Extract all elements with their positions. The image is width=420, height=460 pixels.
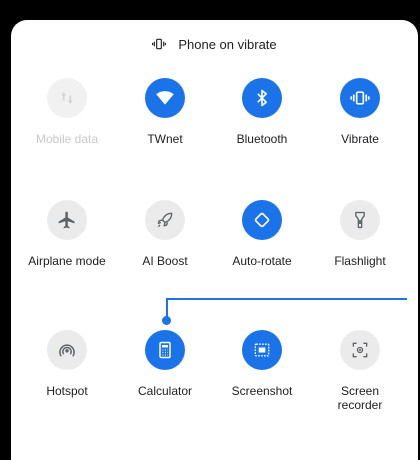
quick-settings-panel: Phone on vibrate Mobile data TWnet Bluet…: [11, 20, 418, 460]
tile-vibrate[interactable]: Vibrate: [310, 78, 410, 146]
airplane-icon[interactable]: [47, 200, 87, 240]
tile-label: Screen recorder: [337, 384, 383, 412]
tile-label: Hotspot: [46, 384, 88, 398]
tile-calculator[interactable]: Calculator: [115, 330, 215, 398]
tile-label: TWnet: [147, 132, 183, 146]
rocket-icon[interactable]: [145, 200, 185, 240]
flashlight-icon[interactable]: [340, 200, 380, 240]
wifi-icon[interactable]: [145, 78, 185, 118]
tile-hotspot[interactable]: Hotspot: [17, 330, 117, 398]
tile-screenshot[interactable]: Screenshot: [212, 330, 312, 398]
tile-label: Flashlight: [334, 254, 386, 268]
mobile-data-icon[interactable]: [47, 78, 87, 118]
tile-twnet[interactable]: TWnet: [115, 78, 215, 146]
calculator-icon[interactable]: [145, 330, 185, 370]
tile-label: Calculator: [137, 384, 193, 398]
callout-line: [167, 298, 407, 300]
tile-label: Auto-rotate: [232, 254, 292, 268]
tile-auto-rotate[interactable]: Auto-rotate: [212, 200, 312, 268]
tile-mobile-data[interactable]: Mobile data: [17, 78, 117, 146]
bluetooth-icon[interactable]: [242, 78, 282, 118]
hotspot-icon[interactable]: [47, 330, 87, 370]
screen-recorder-icon[interactable]: [340, 330, 380, 370]
auto-rotate-icon[interactable]: [242, 200, 282, 240]
tile-label: Bluetooth: [236, 132, 288, 146]
tile-label: Screenshot: [231, 384, 293, 398]
status-bar: Phone on vibrate: [11, 34, 418, 54]
tile-ai-boost[interactable]: AI Boost: [115, 200, 215, 268]
status-text: Phone on vibrate: [178, 36, 277, 52]
callout-dot: [162, 316, 171, 325]
tile-label: Vibrate: [341, 132, 379, 146]
tile-label: AI Boost: [142, 254, 188, 268]
tile-airplane-mode[interactable]: Airplane mode: [17, 200, 117, 268]
vibrate-icon[interactable]: [340, 78, 380, 118]
tile-label: Airplane mode: [28, 254, 106, 268]
tile-screen-recorder[interactable]: Screen recorder: [310, 330, 410, 412]
tile-bluetooth[interactable]: Bluetooth: [212, 78, 312, 146]
tile-label: Mobile data: [35, 132, 99, 146]
screenshot-icon[interactable]: [242, 330, 282, 370]
vibrate-status-icon: [152, 38, 167, 50]
tile-flashlight[interactable]: Flashlight: [310, 200, 410, 268]
